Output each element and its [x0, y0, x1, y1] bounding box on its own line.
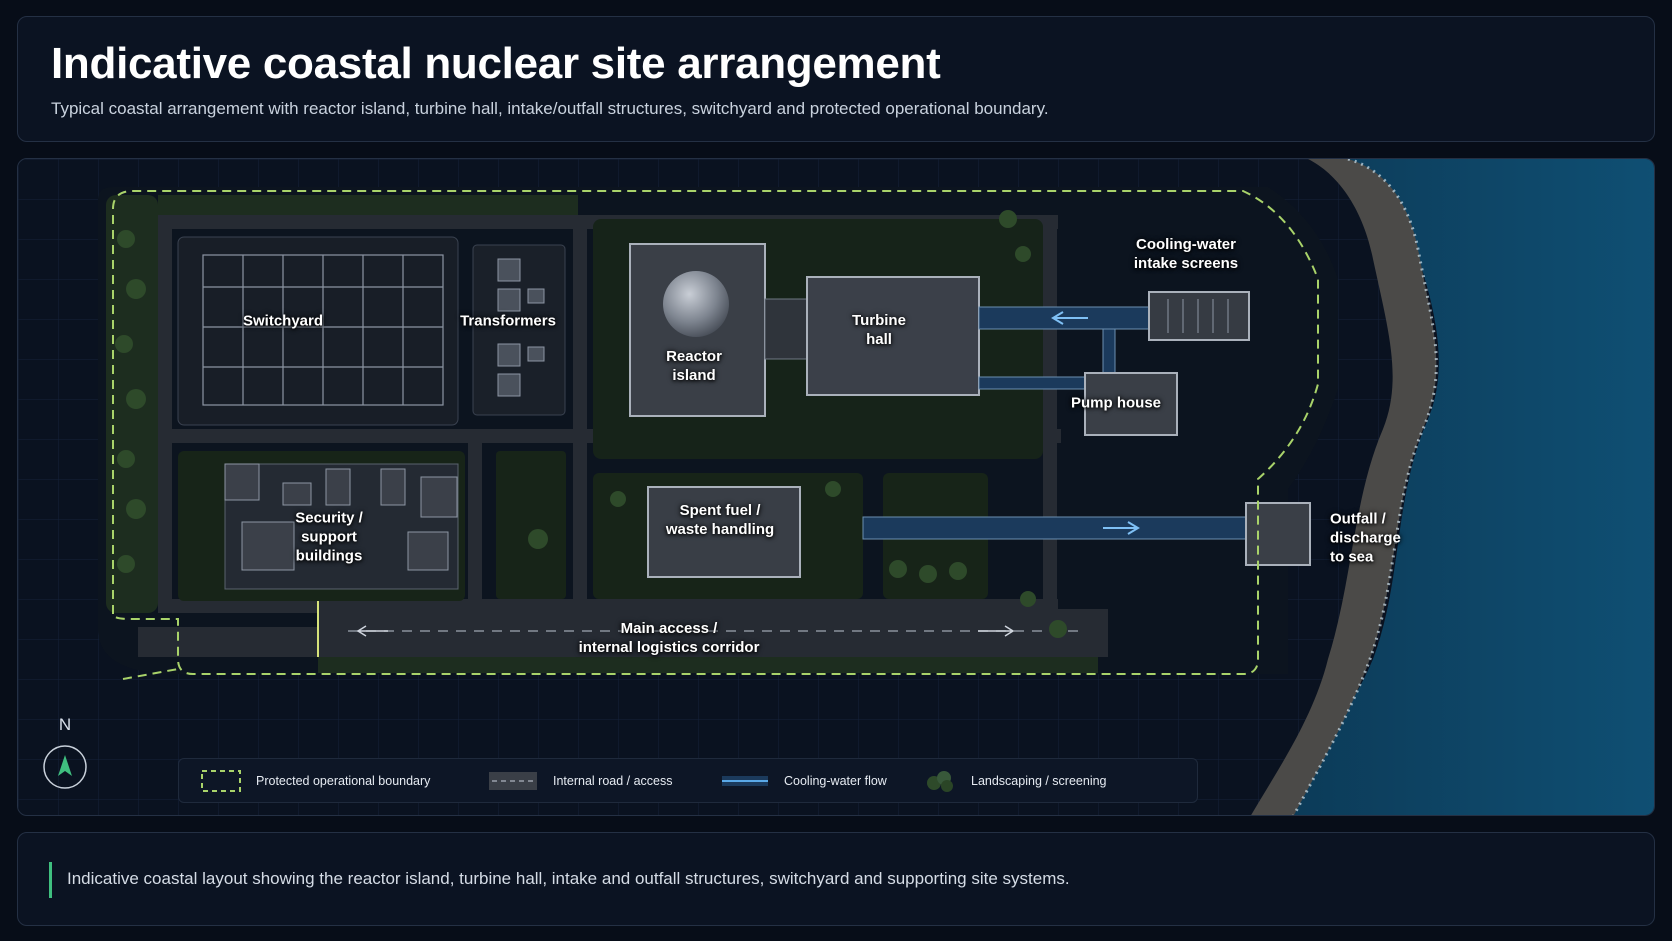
- reactor-island-label: Reactor island: [666, 348, 722, 384]
- main-access-label: Main access / internal logistics corrido…: [578, 620, 760, 656]
- spent-fuel-label: Spent fuel / waste handling: [665, 502, 775, 538]
- north-compass: N: [41, 715, 89, 791]
- dashed-boundary-swatch: [201, 769, 241, 792]
- legend-label-boundary: Protected operational boundary: [256, 773, 431, 788]
- security-support-label: Security / support buildings: [295, 509, 363, 565]
- footer-caption: Indicative coastal layout showing the re…: [67, 869, 1070, 888]
- map-legend: Protected operational boundary Internal …: [178, 758, 1198, 803]
- water-flow-swatch: [722, 775, 768, 786]
- road-swatch: [489, 771, 537, 790]
- legend-label-road: Internal road / access: [553, 773, 673, 788]
- footer-accent-bar: [49, 862, 52, 898]
- landscaping-strip-north: [158, 195, 578, 215]
- page-subtitle: Typical coastal arrangement with reactor…: [51, 99, 1049, 118]
- legend-item-boundary: Protected operational boundary: [201, 759, 430, 802]
- outfall-structure: [1245, 502, 1311, 566]
- site-map-panel: Switchyard Transformers Reactor island T…: [17, 158, 1655, 816]
- footer-card: Indicative coastal layout showing the re…: [17, 832, 1655, 926]
- outfall-label: Outfall / discharge to sea: [1330, 510, 1401, 566]
- tree-cluster-icon: [927, 770, 953, 792]
- compass-arrow-icon: [43, 745, 87, 789]
- reactor-dome: [663, 271, 729, 337]
- legend-label-water: Cooling-water flow: [784, 773, 887, 788]
- reactor-turbine-link: [764, 298, 808, 360]
- compass-north-label: N: [58, 715, 72, 734]
- turbine-hall-label: Turbine hall: [852, 312, 906, 348]
- transformers-label: Transformers: [460, 312, 556, 330]
- legend-item-landscaping: Landscaping / screening: [925, 759, 1107, 802]
- header-card: Indicative coastal nuclear site arrangem…: [17, 16, 1655, 142]
- page-title: Indicative coastal nuclear site arrangem…: [51, 39, 941, 88]
- landscaping-strip-south: [318, 655, 1098, 673]
- legend-item-road: Internal road / access: [489, 759, 673, 802]
- legend-item-water: Cooling-water flow: [722, 759, 887, 802]
- intake-screens-structure: [1148, 291, 1250, 341]
- switchyard-label: Switchyard: [242, 312, 324, 330]
- legend-label-landscaping: Landscaping / screening: [971, 773, 1107, 788]
- intake-screens-label: Cooling-water intake screens: [1133, 236, 1239, 272]
- pump-house-label: Pump house: [1070, 394, 1162, 412]
- site-map: [18, 159, 1654, 815]
- switchyard-block: [177, 236, 459, 426]
- green-plot: [496, 451, 566, 599]
